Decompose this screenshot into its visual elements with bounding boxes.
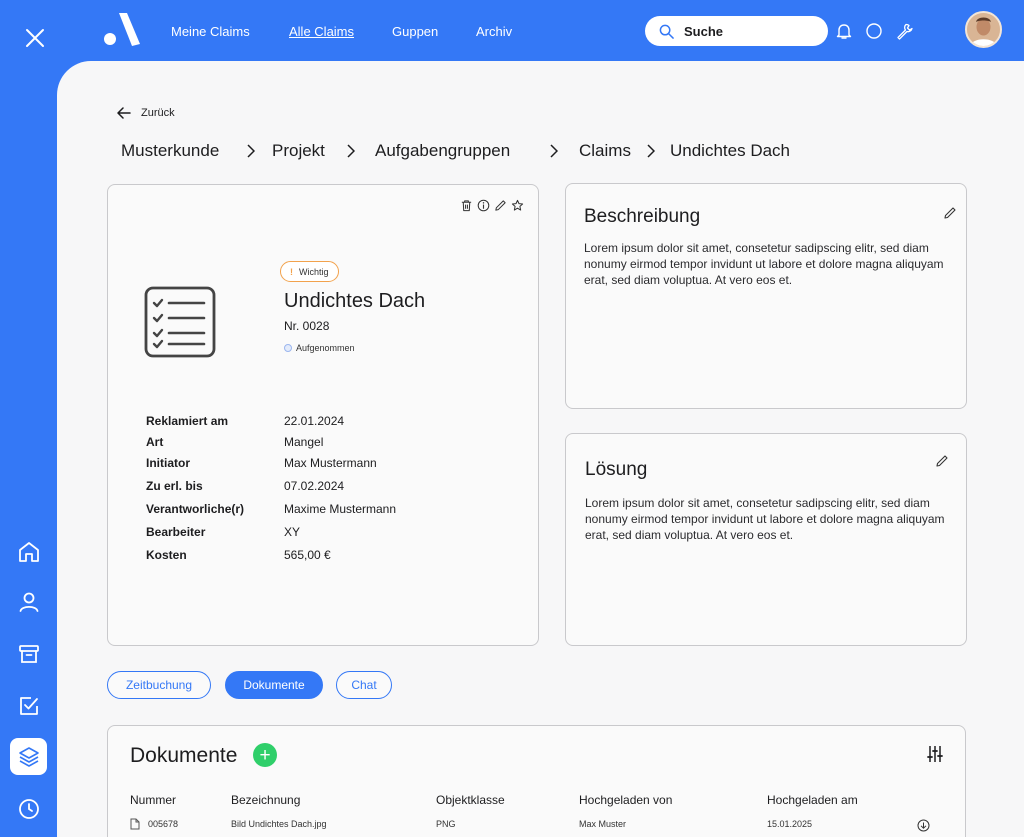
breadcrumb-item-aufgabengruppen[interactable]: Aufgabengruppen [375, 141, 510, 161]
info-icon[interactable] [477, 199, 490, 212]
detail-value: XY [284, 525, 301, 539]
column-header[interactable]: Hochgeladen von [579, 793, 672, 807]
beschreibung-title: Beschreibung [584, 206, 701, 227]
user-avatar-icon [967, 13, 1000, 46]
search-label: Suche [684, 23, 724, 39]
tab-zeitbuchung[interactable]: Zeitbuchung [107, 671, 211, 699]
home-button[interactable] [10, 533, 47, 570]
chevron-right-icon [247, 144, 255, 158]
layers-icon [18, 746, 39, 767]
loesung-title: Lösung [585, 459, 648, 480]
checklist-icon [144, 286, 216, 358]
breadcrumb-item-current: Undichtes Dach [670, 141, 791, 160]
column-header[interactable]: Bezeichnung [231, 793, 300, 807]
cell-bezeichnung: Bild Undichtes Dach.jpg [231, 819, 327, 829]
detail-key: Kosten [146, 548, 187, 562]
detail-value: 07.02.2024 [284, 479, 345, 493]
chevron-right-icon [347, 144, 355, 158]
cell-hochgeladen-am: 15.01.2025 [767, 819, 813, 829]
brand-logo[interactable] [103, 11, 141, 47]
cell-objektklasse: PNG [436, 819, 456, 829]
checkbox-icon [19, 696, 38, 715]
claim-card: ! Wichtig Undichtes Dach Nr. 0028 Aufgen… [107, 184, 539, 646]
chevron-right-icon [550, 144, 558, 158]
detail-key: Art [146, 435, 164, 449]
column-header[interactable]: Hochgeladen am [767, 793, 858, 807]
detail-value: Mangel [284, 435, 324, 449]
layers-button[interactable] [10, 738, 47, 775]
pencil-icon[interactable] [935, 454, 949, 468]
clock-icon [18, 798, 39, 819]
home-icon [18, 541, 39, 562]
loesung-card: Lösung Lorem ipsum dolor sit amet, conse… [565, 433, 967, 646]
nav-alle-claims[interactable]: Alle Claims [289, 24, 354, 39]
detail-value: 565,00 € [284, 548, 331, 562]
back-link[interactable]: Zurück [117, 107, 175, 119]
loesung-text: Lorem ipsum dolor sit amet, consetetur s… [585, 496, 945, 542]
detail-key: Initiator [146, 456, 190, 470]
nav-archiv[interactable]: Archiv [476, 24, 512, 39]
breadcrumb-item-projekt[interactable]: Projekt [272, 141, 325, 161]
priority-badge: ! Wichtig [280, 261, 339, 282]
breadcrumb-item-claims[interactable]: Claims [579, 141, 631, 161]
chevron-right-icon [647, 144, 655, 158]
tasks-button[interactable] [10, 687, 47, 724]
nav-gruppen[interactable]: Guppen [392, 24, 438, 39]
detail-key: Verantworliche(r) [146, 502, 245, 516]
user-icon [19, 592, 38, 612]
wrench-icon[interactable] [895, 22, 913, 40]
beschreibung-card: Beschreibung Lorem ipsum dolor sit amet,… [565, 183, 967, 409]
detail-key: Reklamiert am [146, 414, 229, 428]
star-icon[interactable] [511, 199, 524, 212]
claim-title: Undichtes Dach [284, 290, 426, 312]
add-document-button[interactable]: + [253, 743, 277, 767]
top-bar: Meine Claims Alle Claims Guppen Archiv S… [57, 0, 1024, 62]
sliders-icon[interactable] [926, 745, 944, 763]
documents-title: Dokumente [130, 744, 238, 767]
detail-key: Zu erl. bis [146, 479, 203, 493]
breadcrumb-item-musterkunde[interactable]: Musterkunde [121, 141, 219, 161]
search-input[interactable]: Suche [645, 16, 828, 46]
close-icon[interactable] [24, 27, 46, 49]
avatar[interactable] [965, 11, 1002, 48]
download-icon[interactable] [917, 819, 930, 832]
file-icon [130, 818, 140, 830]
nav-meine-claims[interactable]: Meine Claims [171, 24, 250, 39]
back-label: Zurück [141, 107, 175, 119]
detail-value: 22.01.2024 [284, 414, 345, 428]
column-header[interactable]: Objektklasse [436, 793, 505, 807]
archive-icon [18, 644, 39, 663]
detail-value: Maxime Mustermann [284, 502, 397, 516]
tab-chat[interactable]: Chat [336, 671, 392, 699]
detail-value: Max Mustermann [284, 456, 377, 470]
detail-key: Bearbeiter [146, 525, 206, 539]
status-dot-icon [284, 344, 292, 352]
column-header[interactable]: Nummer [130, 793, 176, 807]
tab-dokumente[interactable]: Dokumente [225, 671, 323, 699]
beschreibung-text: Lorem ipsum dolor sit amet, consetetur s… [584, 241, 944, 287]
status-circle-icon[interactable] [865, 22, 883, 40]
user-button[interactable] [10, 583, 47, 620]
status-label: Aufgenommen [296, 343, 355, 353]
cell-nummer: 005678 [148, 819, 179, 829]
main-content: Zurück Musterkunde Projekt Aufgabengrupp… [57, 61, 1024, 837]
pencil-icon[interactable] [494, 199, 507, 212]
archive-button[interactable] [10, 635, 47, 672]
side-rail [0, 0, 57, 837]
history-button[interactable] [10, 790, 47, 827]
documents-card: Dokumente + Nummer Bezeichnung Objektkla… [107, 725, 966, 837]
claim-number: Nr. 0028 [284, 319, 330, 333]
claim-actions [460, 199, 524, 212]
priority-label: Wichtig [299, 266, 329, 277]
exclamation-icon: ! [290, 266, 293, 277]
status-badge: Aufgenommen [284, 343, 355, 353]
pencil-icon[interactable] [943, 206, 957, 220]
arrow-left-icon [117, 107, 131, 119]
trash-icon[interactable] [460, 199, 473, 212]
search-icon [659, 24, 674, 39]
bell-icon[interactable] [835, 22, 853, 40]
cell-hochgeladen-von: Max Muster [579, 819, 627, 829]
